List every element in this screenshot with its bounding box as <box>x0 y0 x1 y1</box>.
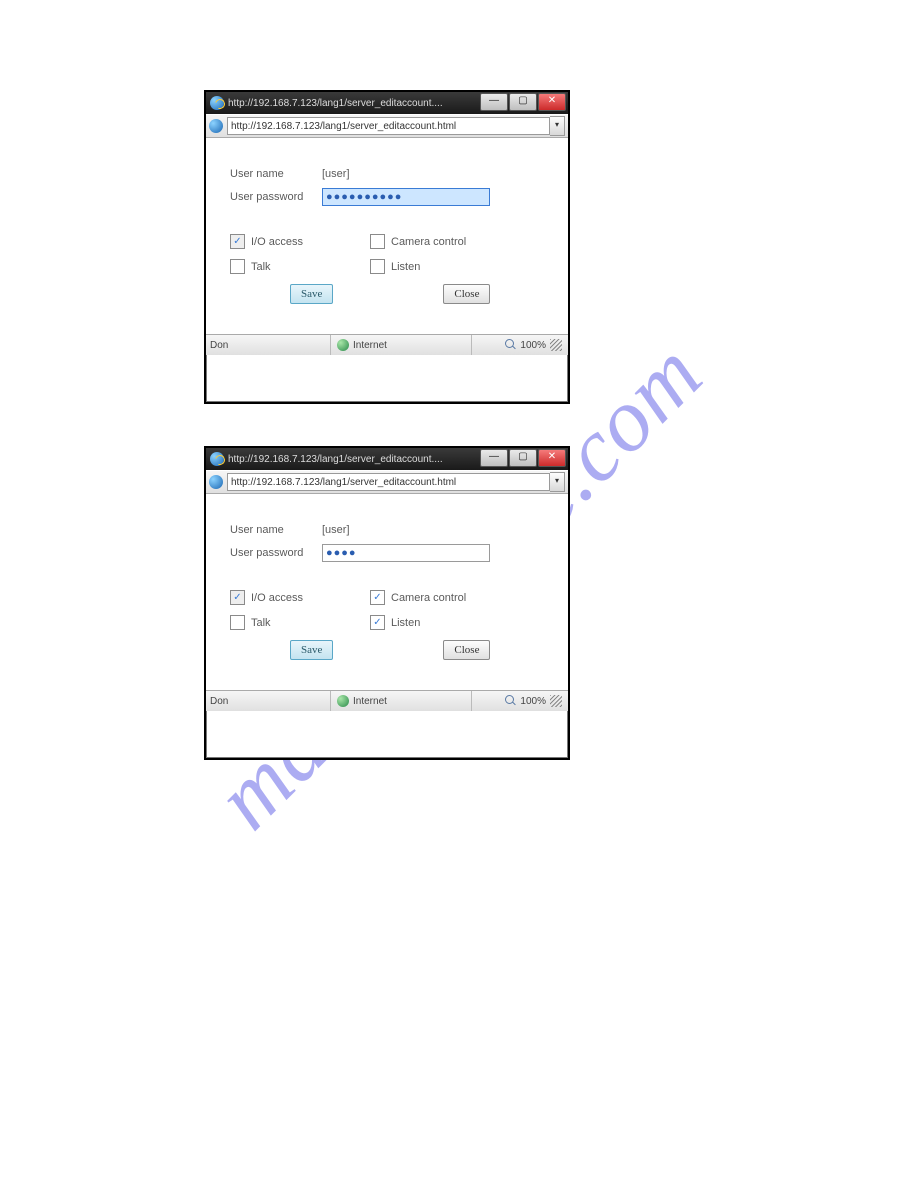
zone-label: Internet <box>353 696 387 707</box>
username-label: User name <box>230 524 322 536</box>
close-window-button[interactable]: ✕ <box>538 93 566 111</box>
close-button[interactable]: Close <box>443 284 490 304</box>
close-button[interactable]: Close <box>443 640 490 660</box>
address-bar: ▾ <box>206 470 568 494</box>
resize-grip-icon <box>550 695 562 707</box>
username-label: User name <box>230 168 322 180</box>
save-button[interactable]: Save <box>290 284 333 304</box>
listen-label: Listen <box>391 617 420 629</box>
zoom-label: 100% <box>520 696 546 707</box>
password-label: User password <box>230 191 322 203</box>
ie-icon <box>210 96 224 110</box>
listen-label: Listen <box>391 261 420 273</box>
dialog-content: User name [user] User password I/O acces… <box>206 138 568 334</box>
io-access-checkbox[interactable] <box>230 590 245 605</box>
zone-label: Internet <box>353 340 387 351</box>
minimize-button[interactable]: — <box>480 449 508 467</box>
camera-control-checkbox[interactable] <box>370 234 385 249</box>
talk-checkbox[interactable] <box>230 615 245 630</box>
globe-icon <box>337 339 349 351</box>
camera-control-checkbox[interactable] <box>370 590 385 605</box>
url-dropdown-icon[interactable]: ▾ <box>550 472 565 492</box>
password-label: User password <box>230 547 322 559</box>
titlebar[interactable]: http://192.168.7.123/lang1/server_editac… <box>206 448 568 470</box>
status-bar: Don Internet 100% <box>206 334 568 355</box>
resize-grip-icon <box>550 339 562 351</box>
titlebar[interactable]: http://192.168.7.123/lang1/server_editac… <box>206 92 568 114</box>
status-left: Don <box>206 691 331 711</box>
io-access-label: I/O access <box>251 236 303 248</box>
magnifier-icon <box>505 339 517 351</box>
minimize-button[interactable]: — <box>480 93 508 111</box>
edit-account-dialog-2: http://192.168.7.123/lang1/server_editac… <box>204 446 570 760</box>
maximize-button[interactable]: ▢ <box>509 449 537 467</box>
password-input[interactable] <box>322 544 490 562</box>
url-dropdown-icon[interactable]: ▾ <box>550 116 565 136</box>
username-value: [user] <box>322 168 350 180</box>
listen-checkbox[interactable] <box>370 615 385 630</box>
status-zone: Internet <box>331 339 471 351</box>
status-bar: Don Internet 100% <box>206 690 568 711</box>
zoom-label: 100% <box>520 340 546 351</box>
url-input[interactable] <box>227 473 550 491</box>
magnifier-icon <box>505 695 517 707</box>
status-zone: Internet <box>331 695 471 707</box>
status-left: Don <box>206 335 331 355</box>
close-window-button[interactable]: ✕ <box>538 449 566 467</box>
listen-checkbox[interactable] <box>370 259 385 274</box>
io-access-label: I/O access <box>251 592 303 604</box>
username-value: [user] <box>322 524 350 536</box>
camera-control-label: Camera control <box>391 592 466 604</box>
io-access-checkbox[interactable] <box>230 234 245 249</box>
ie-icon <box>210 452 224 466</box>
password-input[interactable] <box>322 188 490 206</box>
page-icon <box>209 119 223 133</box>
dialog-content: User name [user] User password I/O acces… <box>206 494 568 690</box>
talk-label: Talk <box>251 617 271 629</box>
camera-control-label: Camera control <box>391 236 466 248</box>
maximize-button[interactable]: ▢ <box>509 93 537 111</box>
page-icon <box>209 475 223 489</box>
address-bar: ▾ <box>206 114 568 138</box>
url-input[interactable] <box>227 117 550 135</box>
talk-label: Talk <box>251 261 271 273</box>
edit-account-dialog-1: http://192.168.7.123/lang1/server_editac… <box>204 90 570 404</box>
talk-checkbox[interactable] <box>230 259 245 274</box>
save-button[interactable]: Save <box>290 640 333 660</box>
page: manualshive.com http://192.168.7.123/lan… <box>0 0 918 1188</box>
globe-icon <box>337 695 349 707</box>
